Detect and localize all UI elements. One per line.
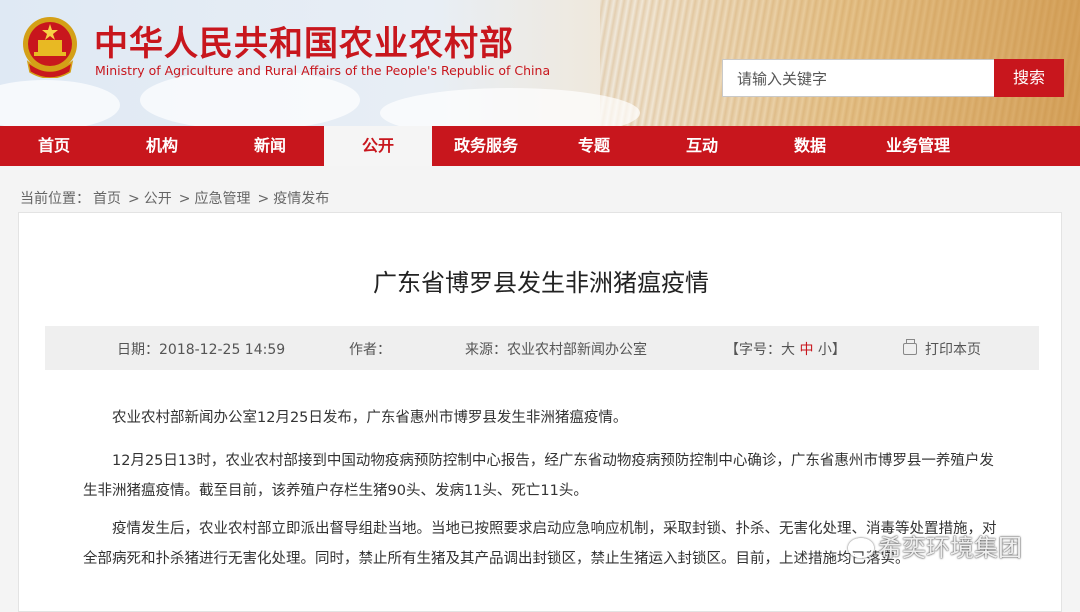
breadcrumb-link-home[interactable]: 首页 [93, 191, 121, 207]
nav-item-organization[interactable]: 机构 [108, 126, 216, 166]
nav-item-business[interactable]: 业务管理 [864, 126, 972, 166]
breadcrumb-link-public[interactable]: 公开 [144, 191, 172, 207]
article-source: 来源：农业农村部新闻办公室 [465, 342, 647, 358]
print-button[interactable]: 打印本页 [903, 339, 981, 359]
nav-item-public[interactable]: 公开 [324, 126, 432, 166]
article-date: 日期：2018-12-25 14:59 [117, 342, 286, 358]
search-button[interactable]: 搜索 [994, 59, 1064, 97]
nav-item-home[interactable]: 首页 [0, 126, 108, 166]
site-header: 中华人民共和国农业农村部 Ministry of Agriculture and… [0, 0, 1080, 126]
font-size-large[interactable]: 大 [781, 342, 795, 358]
watermark: 希奕环境集团 [848, 528, 1022, 563]
breadcrumb-separator: > [178, 191, 191, 207]
font-size-small[interactable]: 小】 [818, 342, 846, 358]
breadcrumb-label: 当前位置： [20, 191, 90, 207]
breadcrumb-link-epidemic[interactable]: 疫情发布 [273, 191, 329, 207]
national-emblem-icon [23, 17, 77, 78]
nav-item-services[interactable]: 政务服务 [432, 126, 540, 166]
watermark-text: 希奕环境集团 [878, 534, 1022, 562]
breadcrumb-link-emergency[interactable]: 应急管理 [194, 191, 250, 207]
wechat-icon [848, 538, 874, 558]
nav-item-interaction[interactable]: 互动 [648, 126, 756, 166]
site-title-chinese: 中华人民共和国农业农村部 [94, 24, 514, 64]
nav-item-topics[interactable]: 专题 [540, 126, 648, 166]
breadcrumb-separator: > [257, 191, 270, 207]
nav-item-news[interactable]: 新闻 [216, 126, 324, 166]
print-label: 打印本页 [925, 342, 981, 358]
breadcrumb-separator: > [128, 191, 140, 207]
printer-icon [903, 339, 917, 355]
article-author: 作者： [349, 342, 391, 358]
breadcrumb: 当前位置： 首页 > 公开 > 应急管理 > 疫情发布 [20, 188, 332, 208]
main-nav: 首页 机构 新闻 公开 政务服务 专题 互动 数据 业务管理 [0, 126, 1080, 166]
article-meta-bar: 日期：2018-12-25 14:59 作者： 来源：农业农村部新闻办公室 【字… [45, 326, 1039, 370]
search-input[interactable]: 请输入关键字 [722, 59, 995, 97]
site-title-english: Ministry of Agriculture and Rural Affair… [95, 63, 551, 78]
article-paragraph: 农业农村部新闻办公室12月25日发布，广东省惠州市博罗县发生非洲猪瘟疫情。 [112, 410, 628, 426]
article-title: 广东省博罗县发生非洲猪瘟疫情 [373, 269, 709, 297]
font-size-medium[interactable]: 中 [799, 342, 813, 358]
article-paragraph: 12月25日13时，农业农村部接到中国动物疫病预防控制中心报告，经广东省动物疫病… [83, 453, 994, 499]
font-size-control: 【字号：大 中 小】 [725, 339, 846, 359]
font-size-label: 【字号： [725, 342, 781, 358]
nav-item-data[interactable]: 数据 [756, 126, 864, 166]
